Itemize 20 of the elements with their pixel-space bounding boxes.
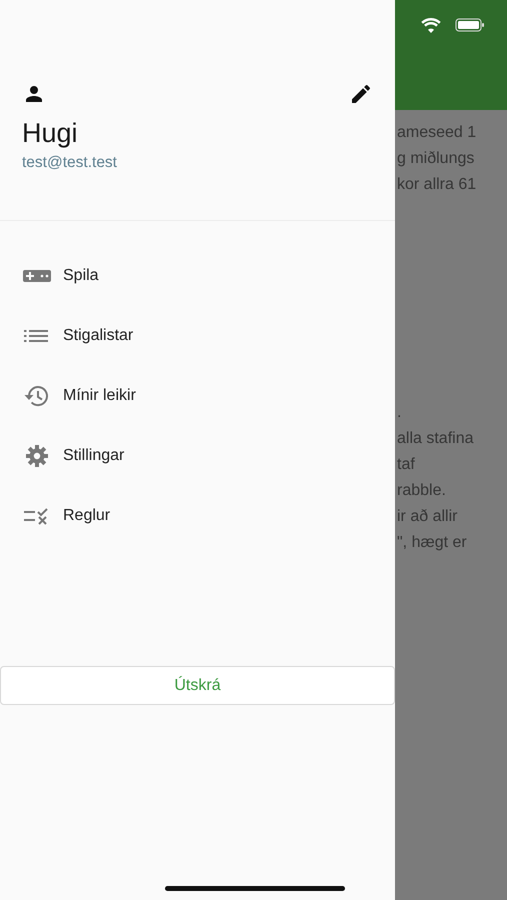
- background-text: ", hægt er: [396, 533, 468, 553]
- background-text: .: [396, 403, 402, 423]
- user-email: test@test.test: [22, 153, 118, 173]
- background-text: ir að allir: [396, 507, 458, 527]
- battery-icon: [455, 18, 485, 32]
- background-text: taf: [396, 455, 416, 475]
- logout-button[interactable]: Útskrá: [0, 666, 395, 705]
- background-text: kor allra 61: [396, 175, 478, 195]
- user-name: Hugi: [22, 120, 79, 147]
- menu-item[interactable]: Spila: [0, 246, 395, 306]
- background-text: alla stafina: [396, 429, 474, 449]
- background-text: ameseed 1: [396, 123, 478, 143]
- menu-item[interactable]: Stillingar: [0, 426, 395, 486]
- wifi-icon: [421, 18, 441, 33]
- background-text: g miðlungs: [396, 149, 476, 169]
- menu-item[interactable]: Mínir leikir: [0, 366, 395, 426]
- background-text: rabble.: [396, 481, 447, 501]
- menu-item[interactable]: Reglur: [0, 486, 395, 546]
- menu-item[interactable]: Stigalistar: [0, 306, 395, 366]
- edit-button[interactable]: [349, 82, 373, 106]
